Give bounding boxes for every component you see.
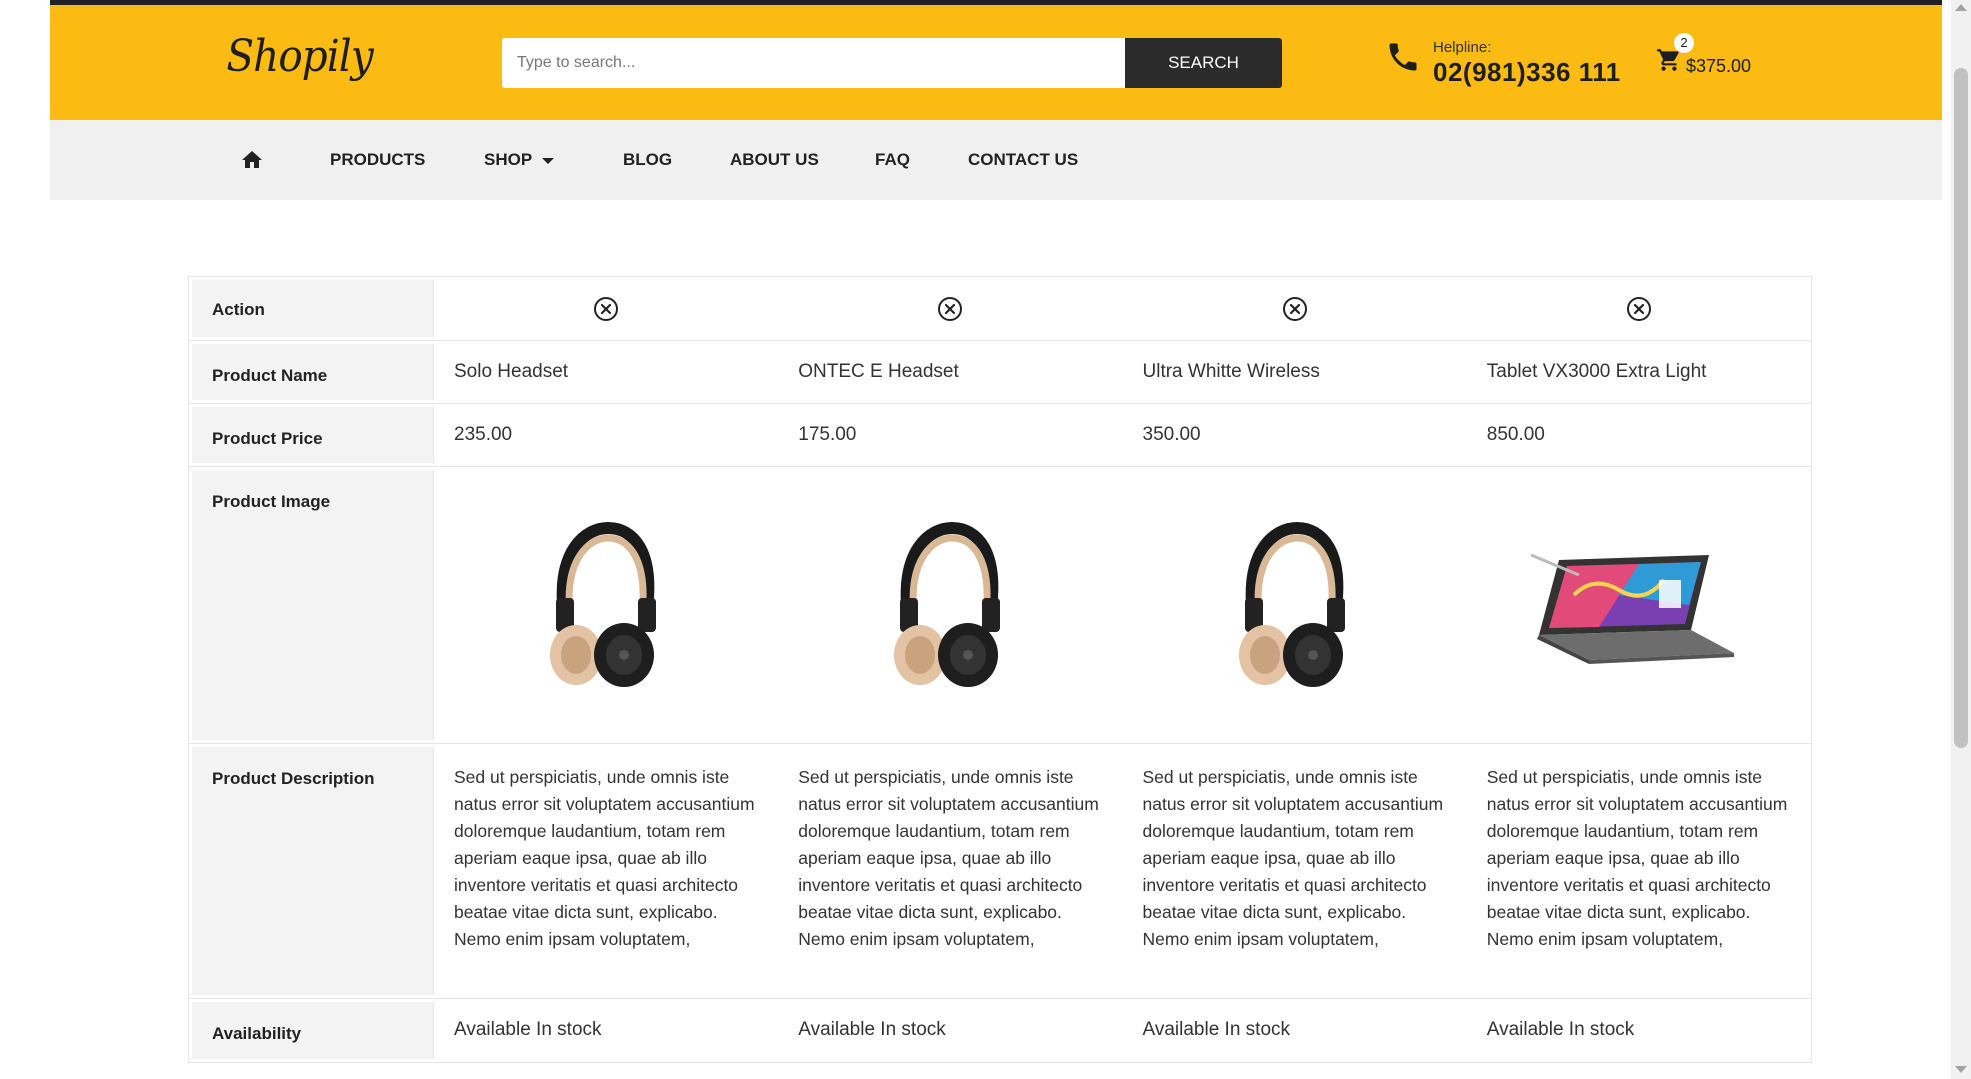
nav-item-blog[interactable]: BLOG	[623, 120, 672, 200]
table-row-action: Action	[189, 277, 1811, 341]
nav-item-shop-label: SHOP	[484, 150, 533, 169]
product-description: Sed ut perspiciatis, unde omnis iste nat…	[798, 767, 1099, 949]
product-image-cell	[1467, 467, 1811, 743]
remove-cell	[1467, 277, 1811, 340]
home-icon[interactable]	[240, 148, 264, 172]
product-name[interactable]: Solo Headset	[434, 341, 778, 403]
row-label: Product Name	[192, 344, 434, 400]
product-price: 235.00	[454, 424, 513, 445]
nav-item-faq[interactable]: FAQ	[875, 120, 910, 200]
row-label: Action	[192, 280, 434, 337]
site-logo[interactable]: Shopily	[226, 31, 373, 82]
product-description: Sed ut perspiciatis, unde omnis iste nat…	[454, 767, 755, 949]
table-row-price: Product Price 235.00 175.00 350.00 850.0…	[189, 404, 1811, 467]
helpline-number[interactable]: 02(981)336 111	[1433, 57, 1621, 88]
table-row-availability: Availability Available In stock Availabl…	[189, 999, 1811, 1062]
remove-product-icon[interactable]	[593, 296, 619, 322]
main-nav: PRODUCTS SHOP BLOG ABOUT US FAQ CONTACT …	[50, 120, 1942, 200]
table-row-image: Product Image	[189, 467, 1811, 744]
tablet-laptop-image[interactable]	[1529, 535, 1749, 675]
scrollbar-thumb[interactable]	[1954, 68, 1968, 748]
cart-count-badge: 2	[1674, 33, 1694, 53]
remove-cell	[1123, 277, 1467, 340]
product-availability: Available In stock	[454, 1019, 602, 1040]
scroll-down-arrow-icon[interactable]	[1955, 1066, 1967, 1073]
scroll-up-arrow-icon[interactable]	[1955, 4, 1967, 11]
chevron-down-icon	[542, 157, 555, 164]
phone-icon	[1389, 43, 1417, 71]
compare-table: Action Product Name Solo Headset ONTEC E…	[188, 276, 1812, 1063]
remove-cell	[778, 277, 1122, 340]
nav-item-about-us[interactable]: ABOUT US	[730, 120, 819, 200]
product-description: Sed ut perspiciatis, unde omnis iste nat…	[1142, 767, 1444, 949]
product-image-cell	[1123, 467, 1467, 743]
header-bar: Shopily SEARCH Helpline: 02(981)336 111 …	[50, 0, 1942, 120]
headphones-image[interactable]	[546, 520, 666, 690]
headphones-image[interactable]	[1235, 520, 1355, 690]
row-label: Product Image	[192, 470, 434, 740]
remove-product-icon[interactable]	[1626, 296, 1652, 322]
headphones-image[interactable]	[890, 520, 1010, 690]
product-description: Sed ut perspiciatis, unde omnis iste nat…	[1486, 767, 1788, 949]
remove-cell	[434, 277, 778, 340]
product-name[interactable]: Ultra Whitte Wireless	[1123, 341, 1467, 403]
product-price: 350.00	[1142, 424, 1201, 445]
row-label: Product Price	[192, 407, 434, 463]
product-availability: Available In stock	[798, 1019, 946, 1040]
search-button[interactable]: SEARCH	[1125, 38, 1282, 88]
product-availability: Available In stock	[1486, 1019, 1635, 1040]
product-price: 850.00	[1486, 424, 1545, 445]
product-image-cell	[434, 467, 778, 743]
remove-product-icon[interactable]	[1282, 296, 1308, 322]
search-input[interactable]	[502, 38, 1125, 88]
remove-product-icon[interactable]	[937, 296, 963, 322]
table-row-description: Product Description Sed ut perspiciatis,…	[189, 744, 1811, 999]
table-row-name: Product Name Solo Headset ONTEC E Headse…	[189, 341, 1811, 404]
row-label: Availability	[192, 1002, 434, 1059]
product-availability: Available In stock	[1142, 1019, 1291, 1040]
nav-item-contact-us[interactable]: CONTACT US	[968, 120, 1078, 200]
cart-total[interactable]: $375.00	[1686, 56, 1751, 77]
helpline-label: Helpline:	[1433, 39, 1492, 56]
nav-item-products[interactable]: PRODUCTS	[330, 120, 425, 200]
row-label: Product Description	[192, 747, 434, 995]
product-price: 175.00	[798, 424, 857, 445]
nav-item-shop[interactable]: SHOP	[484, 120, 555, 200]
product-image-cell	[778, 467, 1122, 743]
product-name[interactable]: Tablet VX3000 Extra Light	[1467, 341, 1811, 403]
product-name[interactable]: ONTEC E Headset	[778, 341, 1122, 403]
